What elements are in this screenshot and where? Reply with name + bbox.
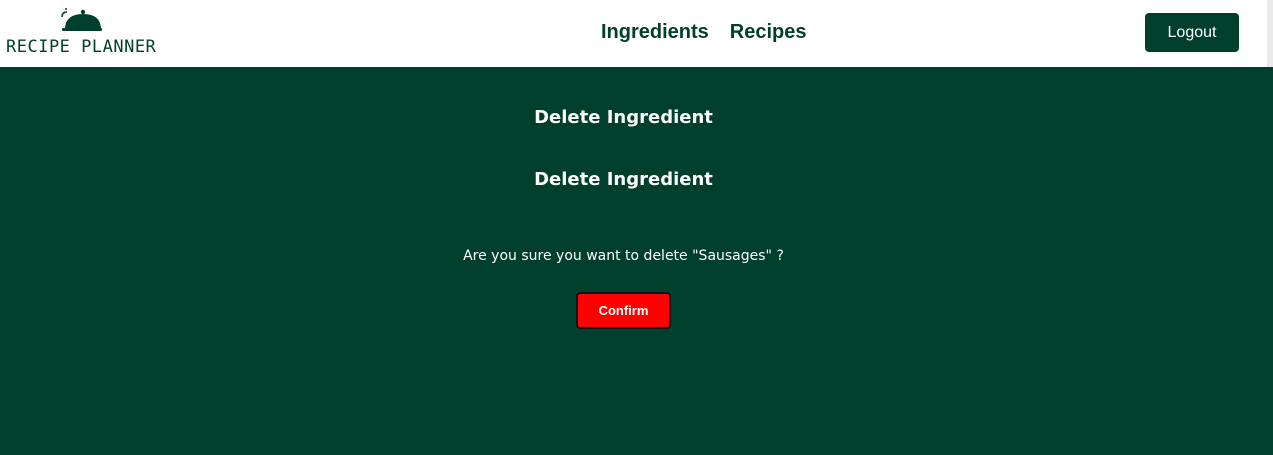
form-title: Delete Ingredient — [534, 169, 713, 190]
nav-ingredients[interactable]: Ingredients — [601, 19, 709, 45]
logout-button[interactable]: Logout — [1145, 13, 1239, 52]
nav-recipes[interactable]: Recipes — [730, 19, 807, 45]
logo-text: RECIPE PLANNER — [6, 37, 157, 57]
scrollbar-track — [1267, 0, 1273, 67]
navbar: RECIPE PLANNER Ingredients Recipes Logou… — [0, 0, 1273, 67]
page-title: Delete Ingredient — [534, 107, 713, 128]
main-nav: Ingredients Recipes — [601, 19, 807, 45]
cloche-icon — [61, 8, 102, 31]
delete-confirmation-text: Are you sure you want to delete "Sausage… — [463, 248, 784, 264]
confirm-button[interactable]: Confirm — [576, 292, 671, 329]
logo[interactable]: RECIPE PLANNER — [6, 6, 156, 62]
main-content: Delete Ingredient Delete Ingredient Are … — [0, 67, 1273, 455]
